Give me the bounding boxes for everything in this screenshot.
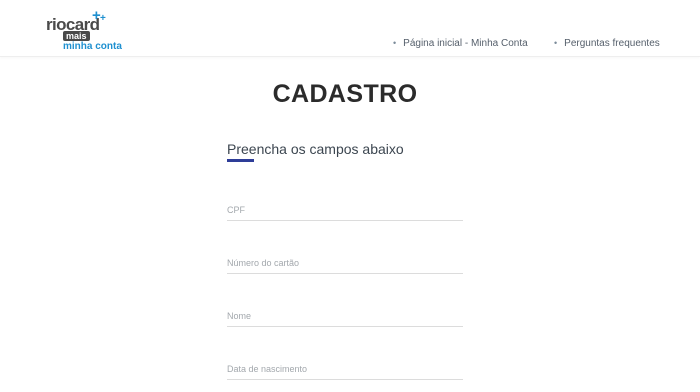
name-input[interactable] xyxy=(227,306,463,327)
cpf-input[interactable] xyxy=(227,200,463,221)
card-number-input[interactable] xyxy=(227,253,463,274)
nav-link-faq[interactable]: • Perguntas frequentes xyxy=(554,38,660,49)
logo-plus-small-icon: + xyxy=(100,13,106,24)
top-nav: • Página inicial - Minha Conta • Perguntas… xyxy=(0,38,700,52)
birth-date-input[interactable] xyxy=(227,359,463,380)
bullet-icon: • xyxy=(554,38,558,48)
cpf-field xyxy=(227,200,463,224)
header: riocard + + mais minha conta • Página ini… xyxy=(0,0,700,57)
name-field xyxy=(227,306,463,330)
nav-link-faq-label: Perguntas frequentes xyxy=(564,38,660,49)
bullet-icon: • xyxy=(393,38,397,48)
page: riocard + + mais minha conta • Página ini… xyxy=(0,0,700,392)
form-subtitle: Preencha os campos abaixo xyxy=(227,141,404,157)
card-number-field xyxy=(227,253,463,277)
subtitle-underline xyxy=(227,159,254,162)
birth-date-field xyxy=(227,359,463,383)
nav-link-home[interactable]: • Página inicial - Minha Conta xyxy=(393,38,528,49)
page-title: CADASTRO xyxy=(272,80,418,108)
nav-link-home-label: Página inicial - Minha Conta xyxy=(403,38,528,49)
